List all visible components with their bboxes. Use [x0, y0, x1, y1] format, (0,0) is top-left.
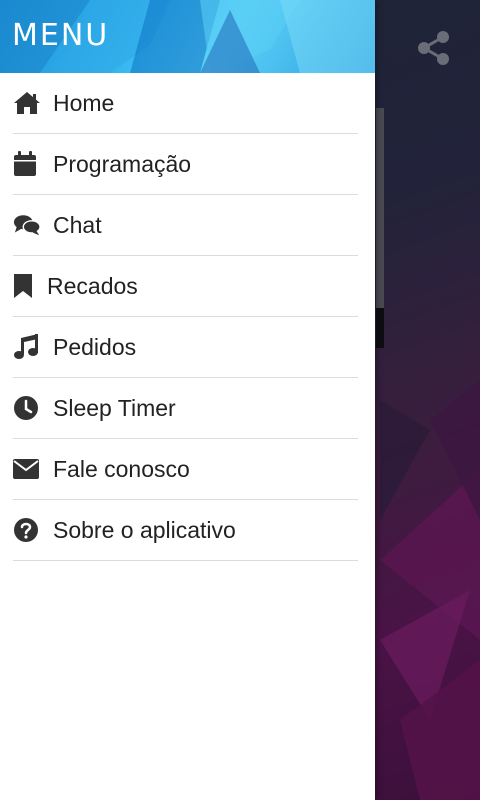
background-media-block: [376, 108, 384, 308]
menu-list: Home Programação Chat Recados Pedidos Sl…: [0, 73, 375, 561]
menu-item-label: Programação: [53, 150, 192, 177]
share-icon: [418, 31, 449, 65]
menu-item-label: Recados: [47, 272, 138, 299]
menu-item-label: Sobre o aplicativo: [53, 516, 236, 543]
menu-item-pedidos[interactable]: Pedidos: [13, 317, 358, 378]
app-screen: MENU Home Programação Chat Recados Pedid…: [0, 0, 480, 800]
clock-icon: [13, 394, 41, 422]
menu-item-programacao[interactable]: Programação: [13, 134, 358, 195]
menu-item-recados[interactable]: Recados: [13, 256, 358, 317]
home-icon: [13, 89, 41, 117]
menu-item-chat[interactable]: Chat: [13, 195, 358, 256]
menu-item-home[interactable]: Home: [13, 73, 358, 134]
calendar-icon: [13, 150, 41, 178]
drawer-title: MENU: [12, 18, 110, 53]
music-icon: [13, 333, 41, 361]
menu-item-label: Home: [53, 89, 115, 116]
menu-item-sleep-timer[interactable]: Sleep Timer: [13, 378, 358, 439]
menu-item-sobre[interactable]: Sobre o aplicativo: [13, 500, 358, 561]
question-circle-icon: [13, 516, 41, 544]
menu-item-label: Sleep Timer: [53, 394, 176, 421]
share-button[interactable]: [414, 28, 454, 68]
navigation-drawer: MENU Home Programação Chat Recados Pedid…: [0, 0, 375, 800]
menu-item-label: Chat: [53, 211, 102, 238]
menu-item-label: Fale conosco: [53, 455, 190, 482]
background-media-block-dark: [376, 308, 384, 348]
menu-item-label: Pedidos: [53, 333, 137, 360]
bookmark-icon: [13, 272, 41, 300]
menu-item-fale-conosco[interactable]: Fale conosco: [13, 439, 358, 500]
chat-icon: [13, 211, 41, 239]
envelope-icon: [13, 455, 41, 483]
drawer-header: MENU: [0, 0, 375, 73]
